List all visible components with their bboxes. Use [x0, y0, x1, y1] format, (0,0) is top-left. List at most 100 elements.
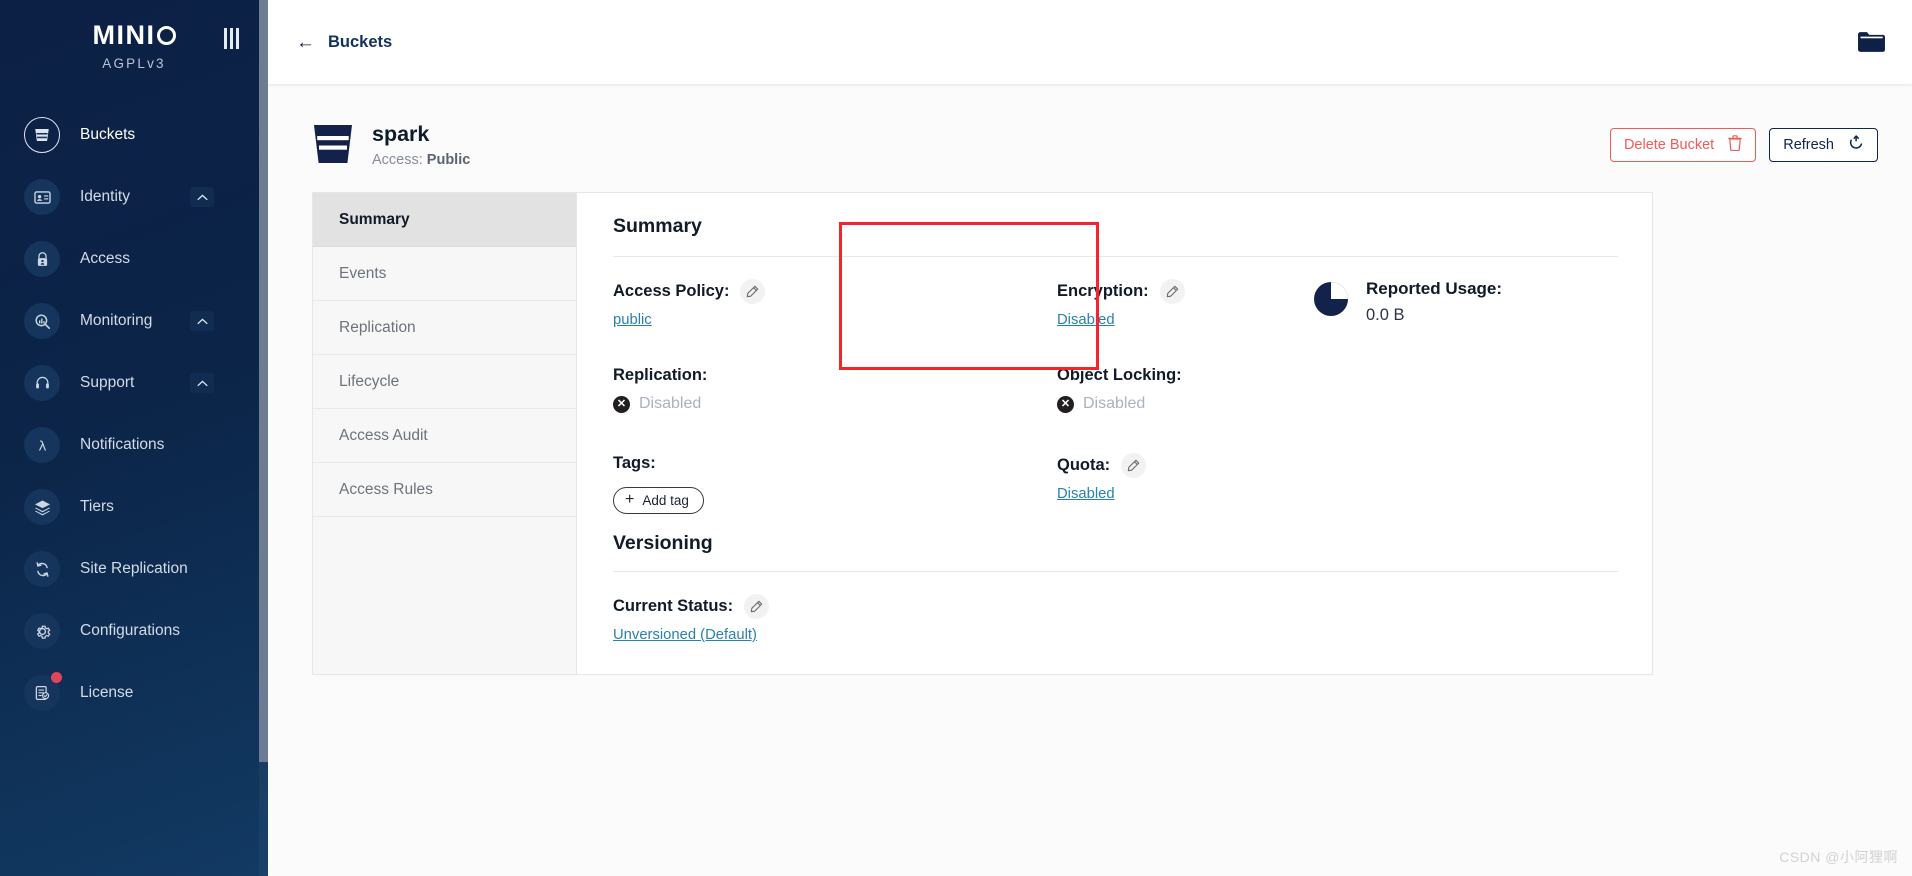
sidebar-item-tiers[interactable]: Tiers [0, 476, 268, 538]
x-circle-icon: ✕ [1057, 395, 1074, 413]
quota-label-row: Quota: [1057, 453, 1313, 479]
add-tag-button[interactable]: + Add tag [613, 486, 704, 514]
quota-label: Quota: [1057, 456, 1111, 475]
license-alert-badge [51, 672, 62, 683]
empty-cell [1313, 365, 1618, 413]
watermark: CSDN @小阿狸啊 [1779, 849, 1898, 865]
top-bar: ← Buckets [268, 0, 1912, 84]
sidebar-nav: Buckets Identity Access Monitoring Suppo… [0, 104, 268, 724]
minio-logo: MINI [92, 20, 176, 50]
sidebar-item-monitoring[interactable]: Monitoring [0, 290, 268, 352]
delete-bucket-label: Delete Bucket [1623, 137, 1715, 153]
tab-label: Replication [339, 318, 416, 336]
pencil-icon[interactable] [744, 593, 770, 619]
sidebar-item-label: License [80, 684, 134, 701]
tab-access-audit[interactable]: Access Audit [313, 409, 576, 463]
sidebar-item-label: Site Replication [80, 560, 188, 577]
sidebar-item-identity[interactable]: Identity [0, 166, 268, 228]
bucket-tabs: Summary Events Replication Lifecycle Acc… [313, 193, 577, 674]
minio-console: MINI AGPLv3 Buckets Identity Access Moni… [0, 0, 1912, 876]
sidebar-item-label: Monitoring [80, 312, 153, 329]
sidebar-item-buckets[interactable]: Buckets [0, 104, 268, 166]
versioning-status-label-row: Current Status: [613, 593, 1618, 619]
object-locking-label-row: Object Locking: [1057, 365, 1313, 386]
replication-value: Disabled [639, 395, 702, 413]
sidebar: MINI AGPLv3 Buckets Identity Access Moni… [0, 0, 268, 876]
sidebar-item-label: Notifications [80, 436, 165, 453]
pencil-icon[interactable] [1159, 279, 1185, 304]
sidebar-item-site-replication[interactable]: Site Replication [0, 538, 268, 600]
grid-gap [1057, 329, 1313, 365]
sidebar-item-label: Identity [80, 188, 130, 205]
lock-person-icon [24, 241, 60, 277]
pencil-icon[interactable] [1121, 453, 1147, 479]
identity-card-icon [24, 179, 60, 215]
summary-panel: Summary Access Policy: public Encryption… [577, 193, 1652, 674]
lambda-icon: λ [24, 427, 60, 463]
versioning-status-field: Current Status: Unversioned (Default) [613, 593, 1618, 644]
sidebar-scrollbar-thumb[interactable] [259, 0, 268, 762]
bucket-meta: spark Access: Public [372, 122, 470, 168]
reported-usage-text: Reported Usage: 0.0 B [1366, 279, 1502, 325]
grid-gap [1313, 329, 1618, 365]
access-policy-value[interactable]: public [613, 312, 652, 328]
tags-label: Tags: [613, 454, 656, 473]
chevron-up-icon[interactable] [190, 373, 214, 393]
header-actions: Delete Bucket Refresh [1609, 128, 1878, 162]
summary-grid: Access Policy: public Encryption: Disabl… [613, 279, 1618, 514]
x-circle-icon: ✕ [613, 395, 630, 413]
summary-divider [613, 256, 1618, 257]
reported-usage-label: Reported Usage: [1366, 279, 1503, 298]
headset-icon [24, 365, 60, 401]
refresh-button[interactable]: Refresh [1769, 128, 1878, 162]
pencil-icon[interactable] [740, 279, 766, 304]
tab-replication[interactable]: Replication [313, 301, 576, 355]
versioning-status-value[interactable]: Unversioned (Default) [613, 627, 757, 643]
plus-icon: + [625, 491, 635, 509]
sidebar-item-support[interactable]: Support [0, 352, 268, 414]
object-locking-field: Object Locking: ✕ Disabled [1057, 365, 1313, 413]
tags-label-row: Tags: [613, 453, 1057, 474]
sync-circle-icon [24, 551, 60, 587]
delete-bucket-button[interactable]: Delete Bucket [1609, 128, 1757, 162]
main-area: ← Buckets spark Access: Public Delete Bu… [268, 0, 1912, 876]
chevron-up-icon[interactable] [190, 187, 214, 207]
tab-summary[interactable]: Summary [313, 193, 576, 247]
bucket-detail-card: Summary Events Replication Lifecycle Acc… [312, 192, 1653, 675]
encryption-field: Encryption: Disabled [1057, 279, 1313, 329]
quota-value[interactable]: Disabled [1057, 486, 1115, 502]
tab-access-rules[interactable]: Access Rules [313, 463, 576, 517]
bucket-icon [24, 117, 60, 153]
page-content: spark Access: Public Delete Bucket Refre… [268, 84, 1912, 675]
magnifier-chart-icon [24, 303, 60, 339]
summary-title: Summary [613, 215, 702, 237]
access-policy-label: Access Policy: [613, 281, 730, 300]
back-to-buckets-link[interactable]: ← Buckets [296, 33, 392, 52]
tab-label: Events [339, 264, 387, 282]
sidebar-brand: MINI AGPLv3 [0, 0, 268, 88]
reported-usage-row: Reported Usage: 0.0 B [1313, 279, 1618, 325]
access-policy-label-row: Access Policy: [613, 279, 1057, 304]
encryption-value[interactable]: Disabled [1057, 312, 1115, 328]
sidebar-scrollbar[interactable] [259, 0, 268, 876]
add-tag-label: Add tag [642, 492, 689, 508]
license-doc-icon [24, 672, 62, 711]
sidebar-item-label: Configurations [80, 622, 180, 639]
reported-usage-field: Reported Usage: 0.0 B [1313, 279, 1618, 329]
layers-icon [24, 489, 60, 525]
tab-label: Access Audit [339, 426, 428, 444]
tab-events[interactable]: Events [313, 247, 576, 301]
sidebar-item-access[interactable]: Access [0, 228, 268, 290]
logo-text: MIN [92, 20, 147, 50]
sidebar-item-notifications[interactable]: λ Notifications [0, 414, 268, 476]
collapse-menu-icon[interactable] [220, 26, 242, 50]
bucket-icon [312, 121, 354, 170]
versioning-divider [613, 570, 1618, 572]
folder-icon[interactable] [1857, 30, 1886, 54]
chevron-up-icon[interactable] [190, 311, 214, 331]
sidebar-item-license[interactable]: License [0, 662, 268, 724]
tab-lifecycle[interactable]: Lifecycle [313, 355, 576, 409]
tab-label: Summary [339, 210, 410, 228]
sidebar-item-label: Support [80, 374, 135, 391]
sidebar-item-configurations[interactable]: Configurations [0, 600, 268, 662]
